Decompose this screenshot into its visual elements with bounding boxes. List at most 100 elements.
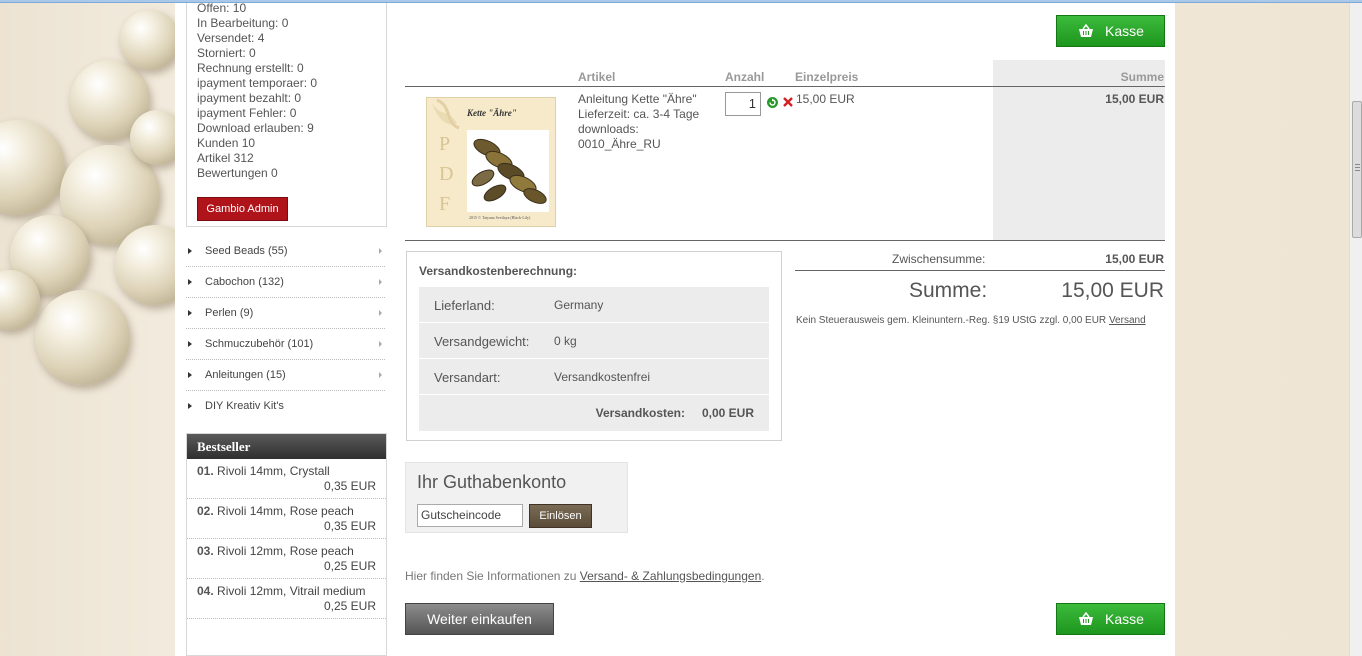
shipping-table: Lieferland: Germany Versandgewicht: 0 kg…: [419, 287, 769, 431]
shipping-label: Versandart:: [434, 370, 501, 385]
tax-note: Kein Steuerausweis gem. Kleinuntern.-Reg…: [796, 315, 1146, 326]
header-sum: Summe: [1120, 70, 1164, 84]
product-image-artwork: Kette "Ähre" P D F 2015 © Tatyana Svetla…: [427, 98, 555, 226]
shipping-calculation-box: Versandkostenberechnung: Lieferland: Ger…: [406, 251, 782, 441]
shipping-row-method: Versandart: Versandkostenfrei: [419, 359, 769, 395]
scrollbar-grip: [1355, 164, 1360, 165]
admin-stat: ipayment Fehler: 0: [197, 106, 297, 120]
bestseller-item[interactable]: 03. Rivoli 12mm, Rose peach 0,25 EUR: [187, 539, 386, 579]
subtotal-divider: [795, 270, 1165, 271]
total-value: 15,00 EUR: [1061, 279, 1164, 302]
bestseller-item[interactable]: 02. Rivoli 14mm, Rose peach 0,35 EUR: [187, 499, 386, 539]
bullet-icon: [188, 372, 192, 378]
refresh-icon[interactable]: [767, 97, 778, 108]
basket-icon: [1079, 612, 1093, 625]
product-name[interactable]: Anleitung Kette "Ähre": [578, 92, 699, 107]
delete-icon[interactable]: [782, 96, 794, 108]
category-item[interactable]: Schmuczubehör (101): [186, 329, 385, 360]
product-description: Anleitung Kette "Ähre" Lieferzeit: ca. 3…: [578, 92, 699, 152]
product-image-letter: F: [439, 193, 450, 215]
subtotal-label: Zwischensumme:: [892, 252, 986, 266]
unit-price: 15,00 EUR: [796, 92, 855, 106]
bestseller-rank: 02.: [197, 504, 214, 518]
admin-stat: Artikel 312: [197, 151, 254, 165]
product-image-letter: P: [439, 133, 450, 155]
bestseller-name[interactable]: Rivoli 12mm, Vitrail medium: [217, 584, 365, 598]
category-label: Schmuczubehör (101): [205, 338, 314, 350]
scrollbar-grip: [1355, 167, 1360, 168]
header-qty: Anzahl: [725, 70, 765, 84]
checkout-button-bottom[interactable]: Kasse: [1056, 603, 1165, 635]
pearl-decoration: [120, 10, 180, 70]
info-text: Hier finden Sie Informationen zu Versand…: [405, 569, 765, 583]
category-item[interactable]: Cabochon (132): [186, 267, 385, 298]
admin-stat: Offen: 10: [197, 1, 247, 15]
bullet-icon: [188, 310, 192, 316]
vertical-scrollbar[interactable]: [1349, 3, 1362, 656]
scrollbar-thumb[interactable]: [1352, 101, 1362, 238]
bullet-icon: [188, 403, 192, 409]
admin-stats-box: Offen: 10 In Bearbeitung: 0 Versendet: 4…: [186, 1, 387, 227]
category-label: Perlen (9): [205, 307, 254, 319]
pearl-decoration: [35, 290, 130, 385]
chevron-right-icon: [379, 310, 382, 316]
bestseller-price: 0,25 EUR: [323, 599, 376, 613]
terms-link[interactable]: Versand- & Zahlungsbedingungen: [580, 569, 761, 583]
info-suffix: .: [761, 569, 765, 583]
chevron-right-icon: [379, 279, 382, 285]
chevron-right-icon: [379, 341, 382, 347]
bestseller-rank: 03.: [197, 544, 214, 558]
product-image[interactable]: Kette "Ähre" P D F 2015 © Tatyana Svetla…: [426, 97, 556, 227]
bestseller-name[interactable]: Rivoli 12mm, Rose peach: [217, 544, 354, 558]
quantity-input[interactable]: 1: [725, 92, 761, 116]
bestseller-item[interactable]: 01. Rivoli 14mm, Crystall 0,35 EUR: [187, 459, 386, 499]
shipping-total-label: Versandkosten:: [595, 406, 685, 420]
admin-stat: In Bearbeitung: 0: [197, 16, 289, 30]
category-item[interactable]: Anleitungen (15): [186, 360, 385, 391]
bestseller-title: Bestseller: [187, 434, 386, 459]
product-downloads-label: downloads:: [578, 122, 639, 136]
total-label: Summe:: [909, 279, 988, 302]
bestseller-name[interactable]: Rivoli 14mm, Crystall: [217, 464, 330, 478]
bullet-icon: [188, 248, 192, 254]
bullet-icon: [188, 279, 192, 285]
admin-stat: Download erlauben: 9: [197, 121, 314, 135]
admin-stat: ipayment bezahlt: 0: [197, 91, 302, 105]
cart-table-header: Artikel Anzahl Einzelpreis Summe: [405, 60, 1165, 87]
bestseller-item[interactable]: 04. Rivoli 12mm, Vitrail medium 0,25 EUR: [187, 579, 386, 619]
shipping-label: Lieferland:: [434, 298, 495, 313]
admin-stat: Kunden 10: [197, 136, 256, 150]
continue-shopping-button[interactable]: Weiter einkaufen: [405, 603, 554, 635]
bestseller-name[interactable]: Rivoli 14mm, Rose peach: [217, 504, 354, 518]
header-article: Artikel: [578, 70, 616, 84]
sum-column-background: [993, 60, 1165, 240]
bestseller-box: Bestseller 01. Rivoli 14mm, Crystall 0,3…: [186, 433, 387, 656]
shipping-country-select[interactable]: Germany: [554, 298, 603, 312]
gambio-admin-button[interactable]: Gambio Admin: [197, 197, 288, 221]
shipping-value: Versandkostenfrei: [554, 370, 651, 384]
checkout-button-top[interactable]: Kasse: [1056, 15, 1165, 47]
shipping-label: Versandgewicht:: [434, 334, 530, 349]
voucher-title: Ihr Guthabenkonto: [417, 472, 567, 492]
admin-stat: Versendet: 4: [197, 31, 265, 45]
chevron-right-icon: [379, 372, 382, 378]
category-item[interactable]: DIY Kreativ Kit's: [186, 391, 385, 422]
shipping-row-total: Versandkosten: 0,00 EUR: [419, 395, 769, 431]
category-item[interactable]: Seed Beads (55): [186, 236, 385, 267]
shipping-link[interactable]: Versand: [1109, 315, 1146, 326]
shipping-title: Versandkostenberechnung:: [419, 264, 578, 278]
category-item[interactable]: Perlen (9): [186, 298, 385, 329]
product-image-caption: 2015 © Tatyana Svetlaya (Black-Lily): [469, 215, 531, 220]
admin-stat: ipayment temporaer: 0: [197, 76, 318, 90]
bestseller-price: 0,35 EUR: [323, 479, 376, 493]
shipping-row-country: Lieferland: Germany: [419, 287, 769, 323]
product-download-file: 0010_Ähre_RU: [578, 137, 661, 151]
category-label: DIY Kreativ Kit's: [205, 400, 284, 412]
bestseller-rank: 01.: [197, 464, 214, 478]
redeem-button[interactable]: Einlösen: [529, 504, 592, 528]
bullet-icon: [188, 341, 192, 347]
voucher-box: Ihr Guthabenkonto Gutscheincode Einlösen: [405, 462, 628, 533]
tax-note-text: Kein Steuerausweis gem. Kleinuntern.-Reg…: [796, 315, 1107, 326]
basket-icon: [1079, 24, 1093, 37]
voucher-code-input[interactable]: Gutscheincode: [417, 504, 523, 527]
